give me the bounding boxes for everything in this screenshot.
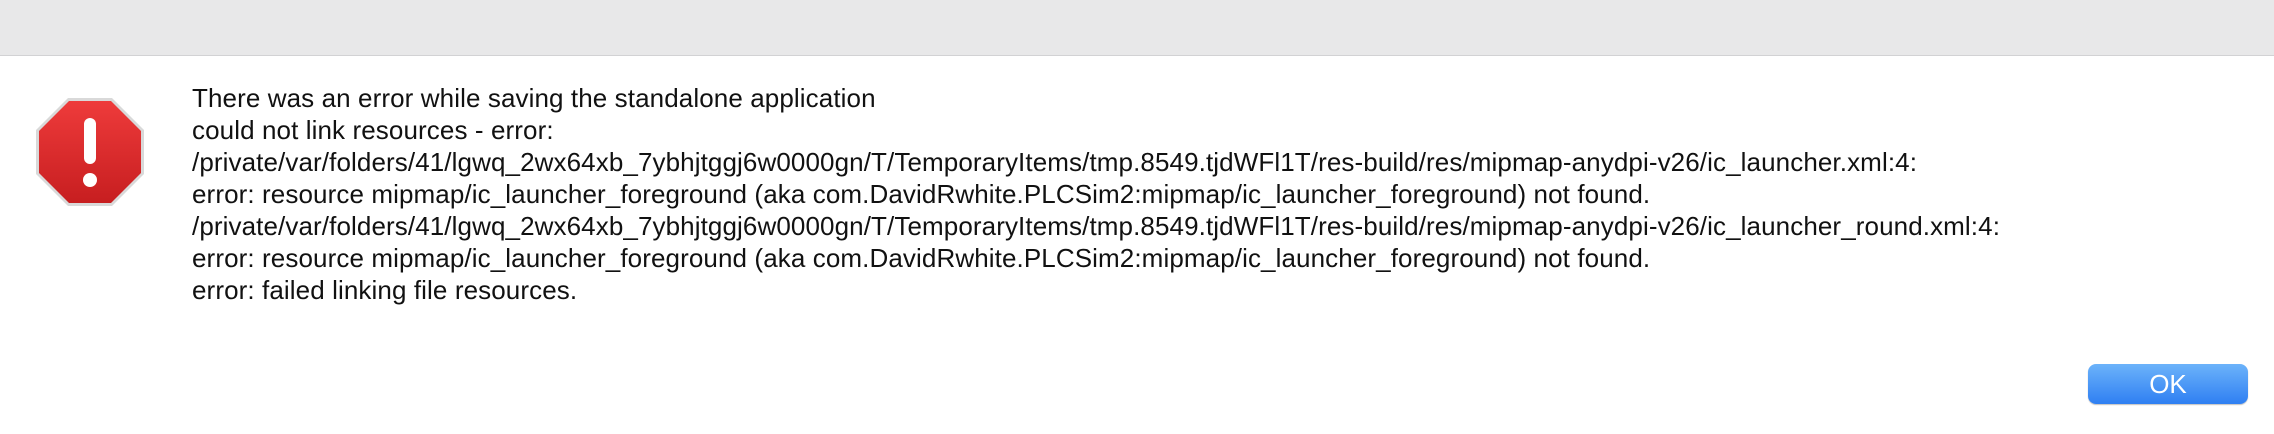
ok-button[interactable]: OK (2088, 364, 2248, 404)
title-bar[interactable] (0, 0, 2274, 56)
message-line: There was an error while saving the stan… (192, 83, 876, 113)
message-line: error: resource mipmap/ic_launcher_foreg… (192, 179, 1651, 209)
message-line: /private/var/folders/41/lgwq_2wx64xb_7yb… (192, 211, 2001, 241)
alert-dialog: There was an error while saving the stan… (0, 0, 2274, 434)
message-line: error: failed linking file resources. (192, 275, 578, 305)
stop-exclamation-icon (36, 98, 144, 206)
error-message: There was an error while saving the stan… (192, 82, 2274, 306)
message-line: could not link resources - error: (192, 115, 554, 145)
message-line: /private/var/folders/41/lgwq_2wx64xb_7yb… (192, 147, 1918, 177)
message-line: error: resource mipmap/ic_launcher_foreg… (192, 243, 1651, 273)
